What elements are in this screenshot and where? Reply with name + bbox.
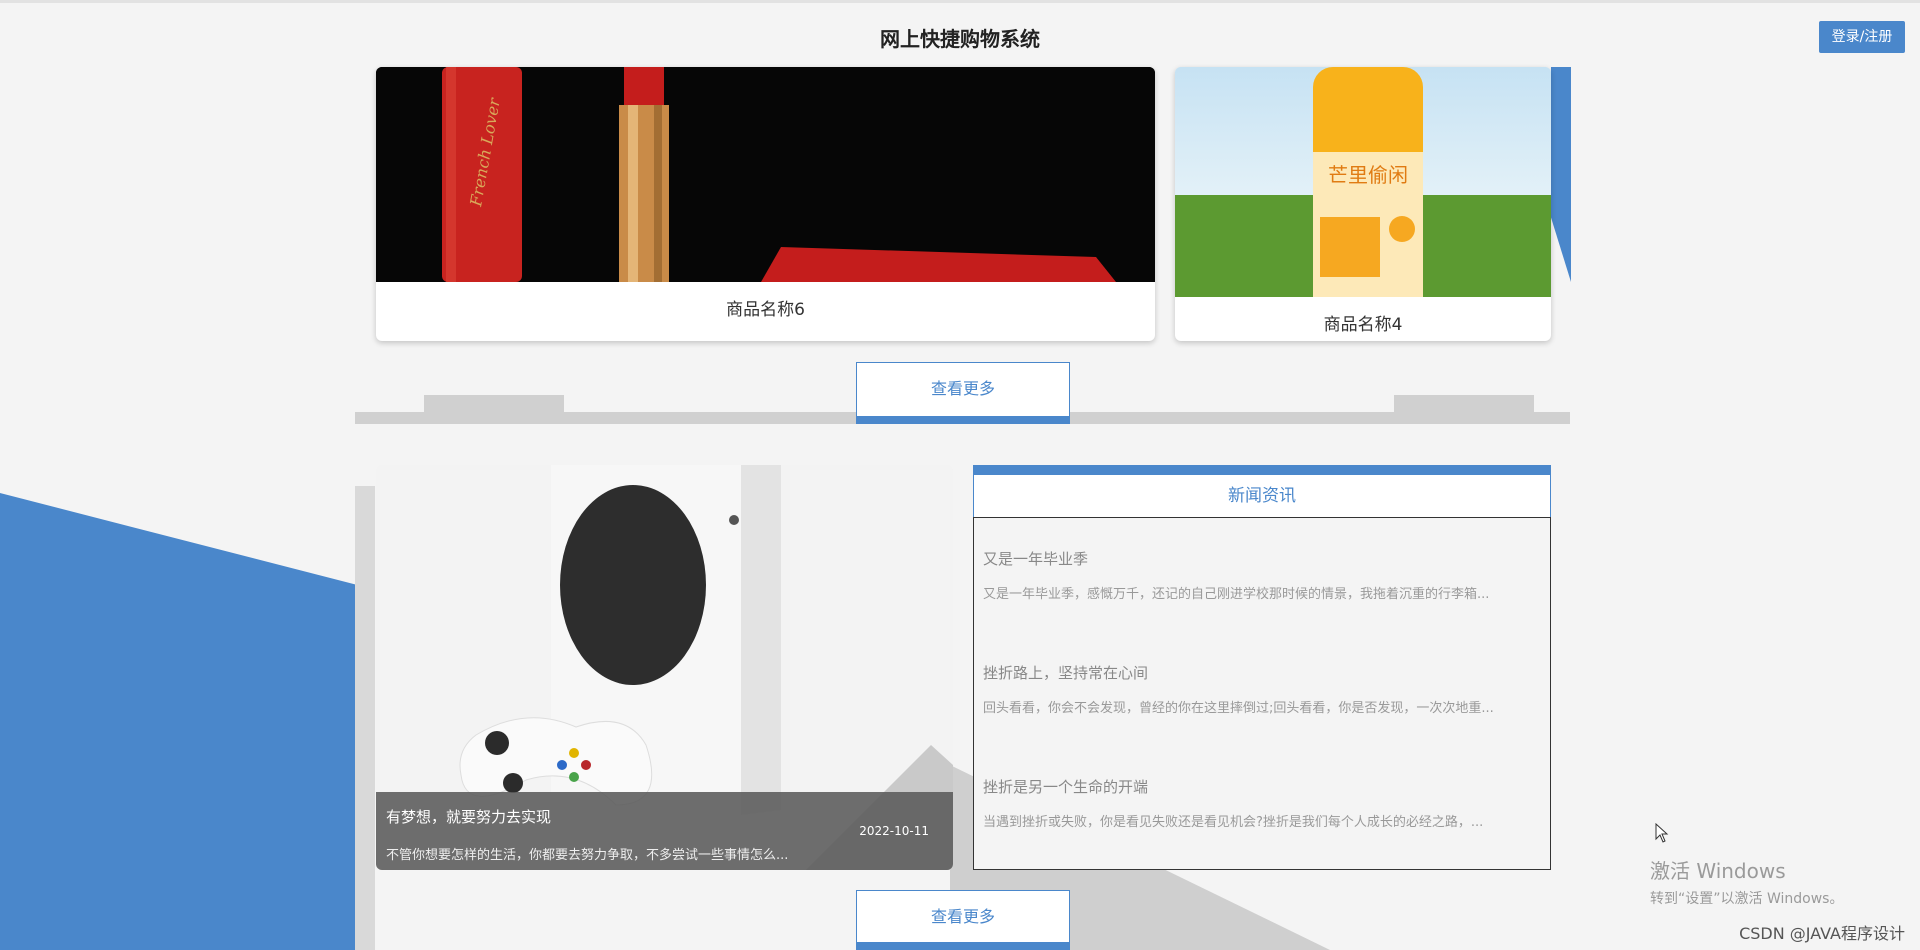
windows-activation-notice: 激活 Windows 转到“设置”以激活 Windows。 [1650,855,1843,908]
news-item-title[interactable]: 挫折路上，坚持常在心间 [983,662,1543,683]
news-heading[interactable]: 新闻资讯 [973,475,1551,517]
news-panel: 新闻资讯 又是一年毕业季 又是一年毕业季，感慨万千，还记的自己刚进学校那时候的情… [973,465,1551,870]
product-image[interactable]: French Lover [376,67,1155,282]
decor-blue-strip [1551,67,1571,282]
login-register-button[interactable]: 登录/注册 [1819,21,1905,53]
site-header: 网上快捷购物系统 登录/注册 [0,3,1920,67]
product-name[interactable]: 商品名称4 [1175,310,1551,335]
news-item-summary: 回头看看，你会不会发现，曾经的你在这里摔倒过;回头看看，你是否发现，一次次地重.… [983,701,1494,716]
news-item[interactable]: 又是一年毕业季 又是一年毕业季，感慨万千，还记的自己刚进学校那时候的情景，我拖着… [983,548,1543,602]
feature-description: 不管你想要怎样的生活，你都要去努力争取，不多尝试一些事情怎么... [386,848,789,863]
view-more-products-button[interactable]: 查看更多 [856,362,1070,424]
feature-title[interactable]: 有梦想，就要努力去实现 [386,806,551,827]
view-more-news-button[interactable]: 查看更多 [856,890,1070,950]
news-item[interactable]: 挫折路上，坚持常在心间 回头看看，你会不会发现，曾经的你在这里摔倒过;回头看看，… [983,662,1543,716]
mouse-cursor-icon [1655,822,1669,843]
product-card[interactable]: 芒里偷闲 商品名称4 [1175,67,1551,341]
news-item-title[interactable]: 挫折是另一个生命的开端 [983,776,1543,797]
activation-title: 激活 Windows [1650,859,1786,883]
bottom-accent [0,943,24,950]
product-card[interactable]: French Lover 商品名称6 [376,67,1155,341]
news-list: 又是一年毕业季 又是一年毕业季，感慨万千，还记的自己刚进学校那时候的情景，我拖着… [973,517,1551,870]
news-item[interactable]: 挫折是另一个生命的开端 当遇到挫折或失败，你是看见失败还是看见机会?挫折是我们每… [983,776,1543,830]
page-title: 网上快捷购物系统 [880,27,1040,51]
news-item-summary: 当遇到挫折或失败，你是看见失败还是看见机会?挫折是我们每个人成长的必经之路，..… [983,815,1484,830]
product-name[interactable]: 商品名称6 [376,295,1155,320]
news-item-title[interactable]: 又是一年毕业季 [983,548,1543,569]
decor-blue-shape [0,493,355,950]
news-item-summary: 又是一年毕业季，感慨万千，还记的自己刚进学校那时候的情景，我拖着沉重的行李箱..… [983,587,1490,602]
feature-caption[interactable]: 有梦想，就要努力去实现 2022-10-11 不管你想要怎样的生活，你都要去努力… [376,792,953,870]
news-accent-bar [973,465,1551,475]
feature-date: 2022-10-11 [859,824,929,838]
watermark-text: CSDN @JAVA程序设计 [1739,924,1905,943]
activation-subtitle: 转到“设置”以激活 Windows。 [1650,891,1844,907]
svg-text:芒里偷闲: 芒里偷闲 [1328,163,1408,187]
featured-story[interactable]: 有梦想，就要努力去实现 2022-10-11 不管你想要怎样的生活，你都要去努力… [376,465,953,870]
product-image[interactable]: 芒里偷闲 [1175,67,1551,297]
